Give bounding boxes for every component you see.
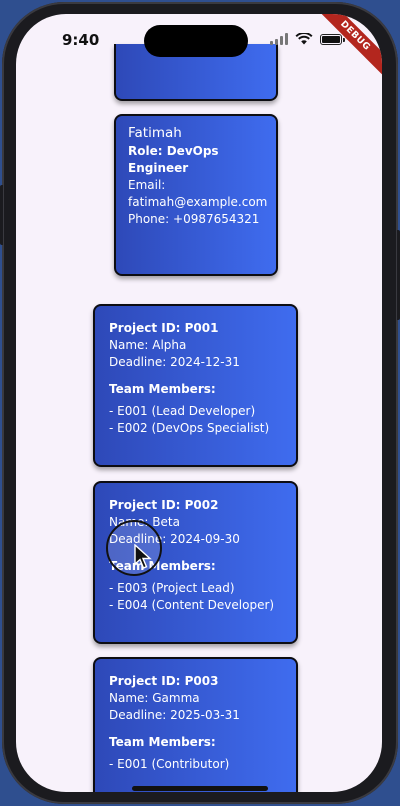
project-card[interactable]: Project ID: P001 Name: Alpha Deadline: 2… <box>93 304 298 467</box>
project-id: Project ID: P003 <box>109 674 219 688</box>
team-member-item: - E002 (DevOps Specialist) <box>109 421 270 435</box>
dynamic-island <box>144 25 248 57</box>
signal-icon <box>270 33 288 45</box>
project-deadline: Deadline: 2024-12-31 <box>109 355 240 369</box>
app-screen: 9:40 DEBUG Fatimah Role: DevOps Engineer… <box>16 14 382 792</box>
project-deadline: Deadline: 2025-03-31 <box>109 708 240 722</box>
project-id: Project ID: P001 <box>109 321 219 335</box>
status-icons <box>270 33 345 45</box>
status-time: 9:40 <box>62 31 100 49</box>
wifi-icon <box>295 33 313 45</box>
project-name: Name: Gamma <box>109 691 200 705</box>
team-members-title: Team Members: <box>109 382 216 396</box>
project-id: Project ID: P002 <box>109 498 219 512</box>
team-member-item: - E001 (Contributor) <box>109 757 230 771</box>
employee-email: fatimah@example.com <box>128 195 268 209</box>
battery-icon <box>320 33 345 45</box>
project-name: Name: Alpha <box>109 338 187 352</box>
team-member-item: - E004 (Content Developer) <box>109 598 275 612</box>
project-card[interactable]: Project ID: P003 Name: Gamma Deadline: 2… <box>93 657 298 792</box>
pointer-cursor-icon <box>134 544 152 569</box>
team-members-title: Team Members: <box>109 735 216 749</box>
side-button <box>0 185 3 245</box>
employee-phone: Phone: +0987654321 <box>128 212 260 226</box>
employee-role: Role: DevOps Engineer <box>128 144 219 175</box>
home-indicator[interactable] <box>132 786 268 791</box>
employee-card[interactable]: Fatimah Role: DevOps Engineer Email: fat… <box>114 114 278 276</box>
employee-email-label: Email: <box>128 178 166 192</box>
team-member-item: - E001 (Lead Developer) <box>109 404 256 418</box>
team-member-item: - E003 (Project Lead) <box>109 581 235 595</box>
employee-name: Fatimah <box>128 125 182 141</box>
